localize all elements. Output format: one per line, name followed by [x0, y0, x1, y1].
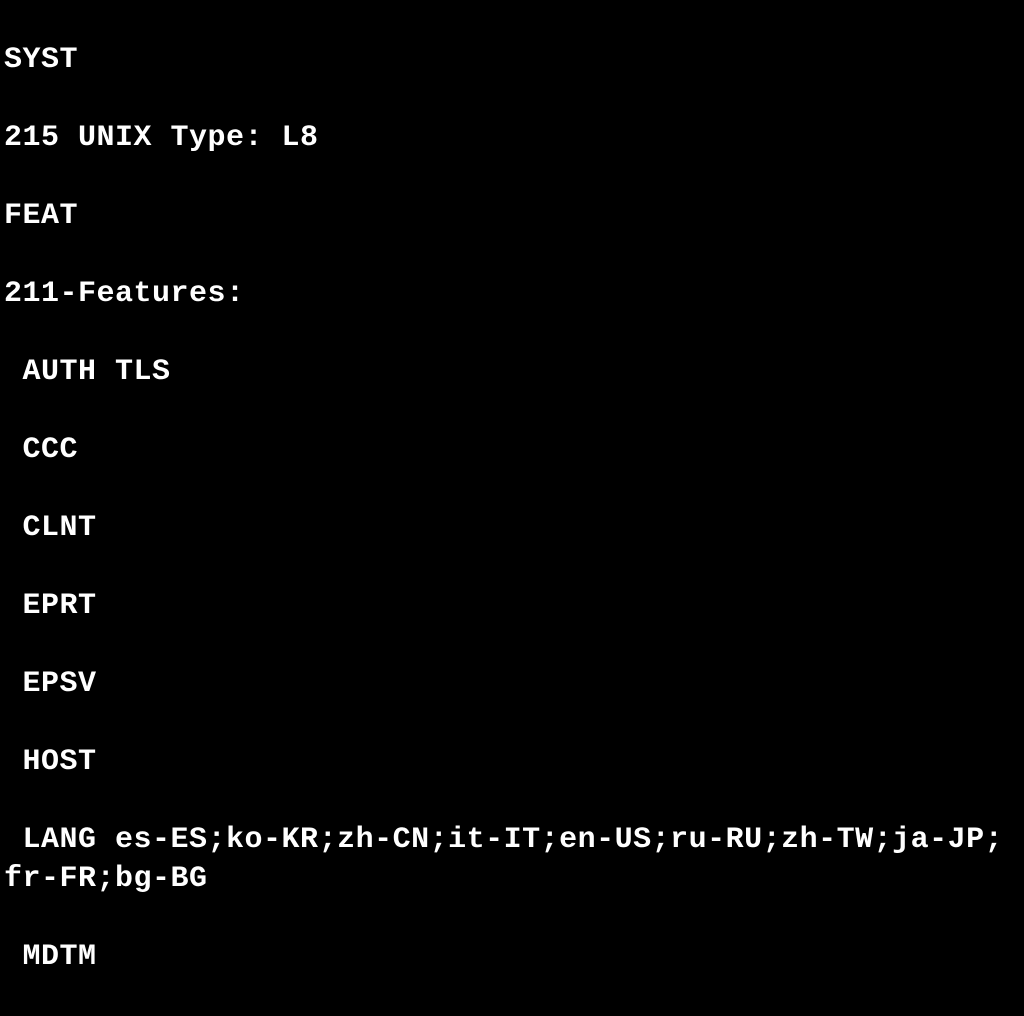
- terminal-line: 211-Features:: [4, 275, 1020, 314]
- terminal-line: CLNT: [4, 509, 1020, 548]
- terminal-line: LANG es-ES;ko-KR;zh-CN;it-IT;en-US;ru-RU…: [4, 821, 1020, 899]
- terminal-line: AUTH TLS: [4, 353, 1020, 392]
- terminal-line: EPRT: [4, 587, 1020, 626]
- terminal-line: FEAT: [4, 197, 1020, 236]
- terminal-line: SYST: [4, 41, 1020, 80]
- terminal-output: SYST 215 UNIX Type: L8 FEAT 211-Features…: [4, 2, 1020, 1016]
- terminal-line: HOST: [4, 743, 1020, 782]
- terminal-line: EPSV: [4, 665, 1020, 704]
- terminal-line: CCC: [4, 431, 1020, 470]
- terminal-line: 215 UNIX Type: L8: [4, 119, 1020, 158]
- terminal-line: MDTM: [4, 938, 1020, 977]
